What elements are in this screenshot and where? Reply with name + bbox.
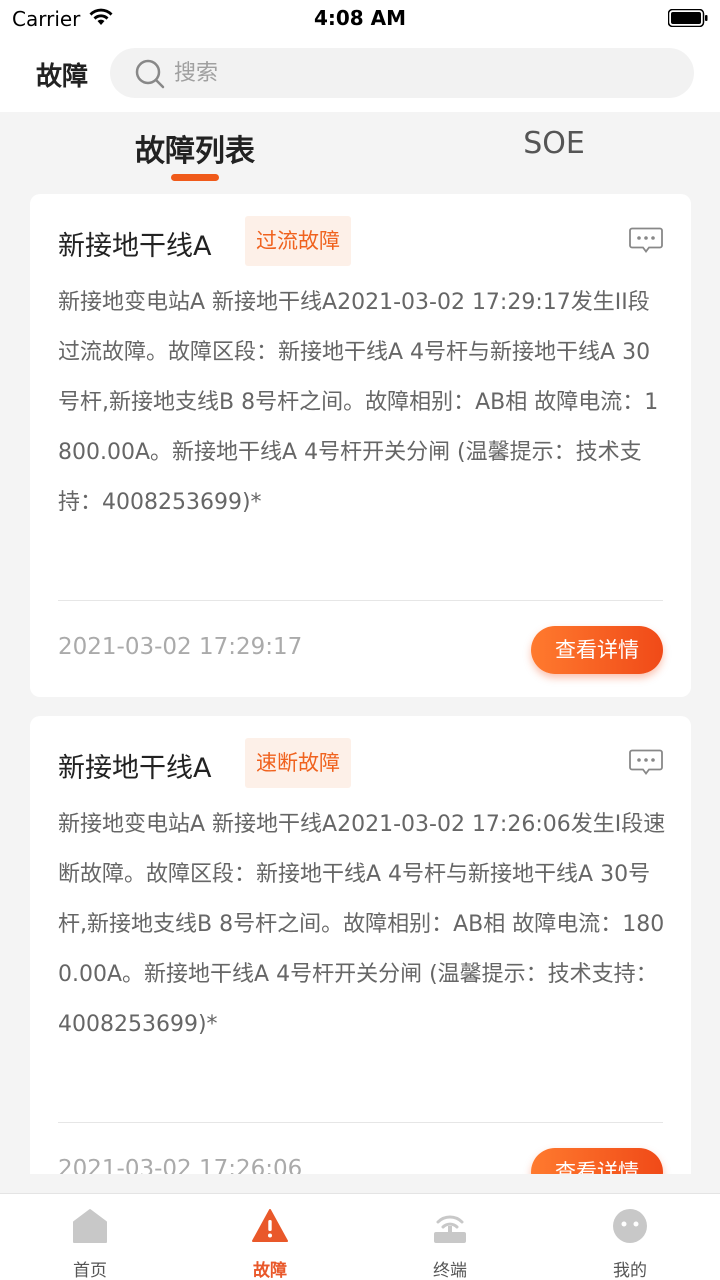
bottom-tab-bar: 首页 故障 终端 我的 bbox=[0, 1193, 720, 1280]
search-icon bbox=[135, 59, 165, 89]
status-bar: Carrier 4:08 AM bbox=[0, 0, 720, 36]
search-input[interactable] bbox=[174, 48, 674, 98]
divider bbox=[58, 600, 663, 601]
message-icon[interactable] bbox=[629, 227, 663, 253]
fault-card: 新接地干线A 速断故障 新接地变电站A 新接地干线A2021-03-02 17:… bbox=[30, 716, 691, 1174]
search-bar[interactable] bbox=[110, 48, 694, 98]
tabbar-label: 我的 bbox=[613, 1261, 647, 1280]
tabbar-item-terminal[interactable]: 终端 bbox=[360, 1194, 540, 1280]
page-title: 故障 bbox=[36, 62, 89, 92]
view-details-button[interactable]: 查看详情 bbox=[531, 626, 663, 674]
battery-icon bbox=[668, 9, 708, 27]
message-icon[interactable] bbox=[629, 749, 663, 775]
tabbar-label: 故障 bbox=[253, 1261, 287, 1280]
tabbar-label: 首页 bbox=[73, 1261, 107, 1280]
fault-description: 新接地变电站A 新接地干线A2021-03-02 17:29:17发生II段过流… bbox=[58, 290, 659, 515]
tabbar-item-home[interactable]: 首页 bbox=[0, 1194, 180, 1280]
tabbar-item-fault[interactable]: 故障 bbox=[180, 1194, 360, 1280]
fault-description: 新接地变电站A 新接地干线A2021-03-02 17:26:06发生I段速断故… bbox=[58, 812, 666, 1037]
fault-list[interactable]: 新接地干线A 过流故障 新接地变电站A 新接地干线A2021-03-02 17:… bbox=[0, 188, 720, 1174]
fault-time: 2021-03-02 17:26:06 bbox=[58, 1156, 303, 1174]
clock: 4:08 AM bbox=[313, 6, 407, 30]
view-details-button[interactable]: 查看详情 bbox=[531, 1148, 663, 1174]
warning-icon bbox=[252, 1209, 288, 1242]
home-icon bbox=[73, 1209, 107, 1243]
tabbar-label: 终端 bbox=[433, 1261, 467, 1280]
fault-line-name: 新接地干线A bbox=[58, 231, 212, 262]
fault-type-tag: 过流故障 bbox=[245, 216, 351, 266]
tab-soe[interactable]: SOE bbox=[404, 126, 704, 161]
fault-type-tag: 速断故障 bbox=[245, 738, 351, 788]
fault-line-name: 新接地干线A bbox=[58, 753, 212, 784]
top-header: 故障 bbox=[0, 36, 720, 112]
profile-icon bbox=[613, 1209, 647, 1243]
active-tab-indicator bbox=[171, 174, 219, 181]
fault-time: 2021-03-02 17:29:17 bbox=[58, 634, 303, 660]
tab-bar: 故障列表 SOE bbox=[0, 112, 720, 188]
router-icon bbox=[434, 1215, 466, 1243]
divider bbox=[58, 1122, 663, 1123]
tabbar-item-profile[interactable]: 我的 bbox=[540, 1194, 720, 1280]
fault-card: 新接地干线A 过流故障 新接地变电站A 新接地干线A2021-03-02 17:… bbox=[30, 194, 691, 697]
tab-fault-list[interactable]: 故障列表 bbox=[45, 126, 345, 170]
